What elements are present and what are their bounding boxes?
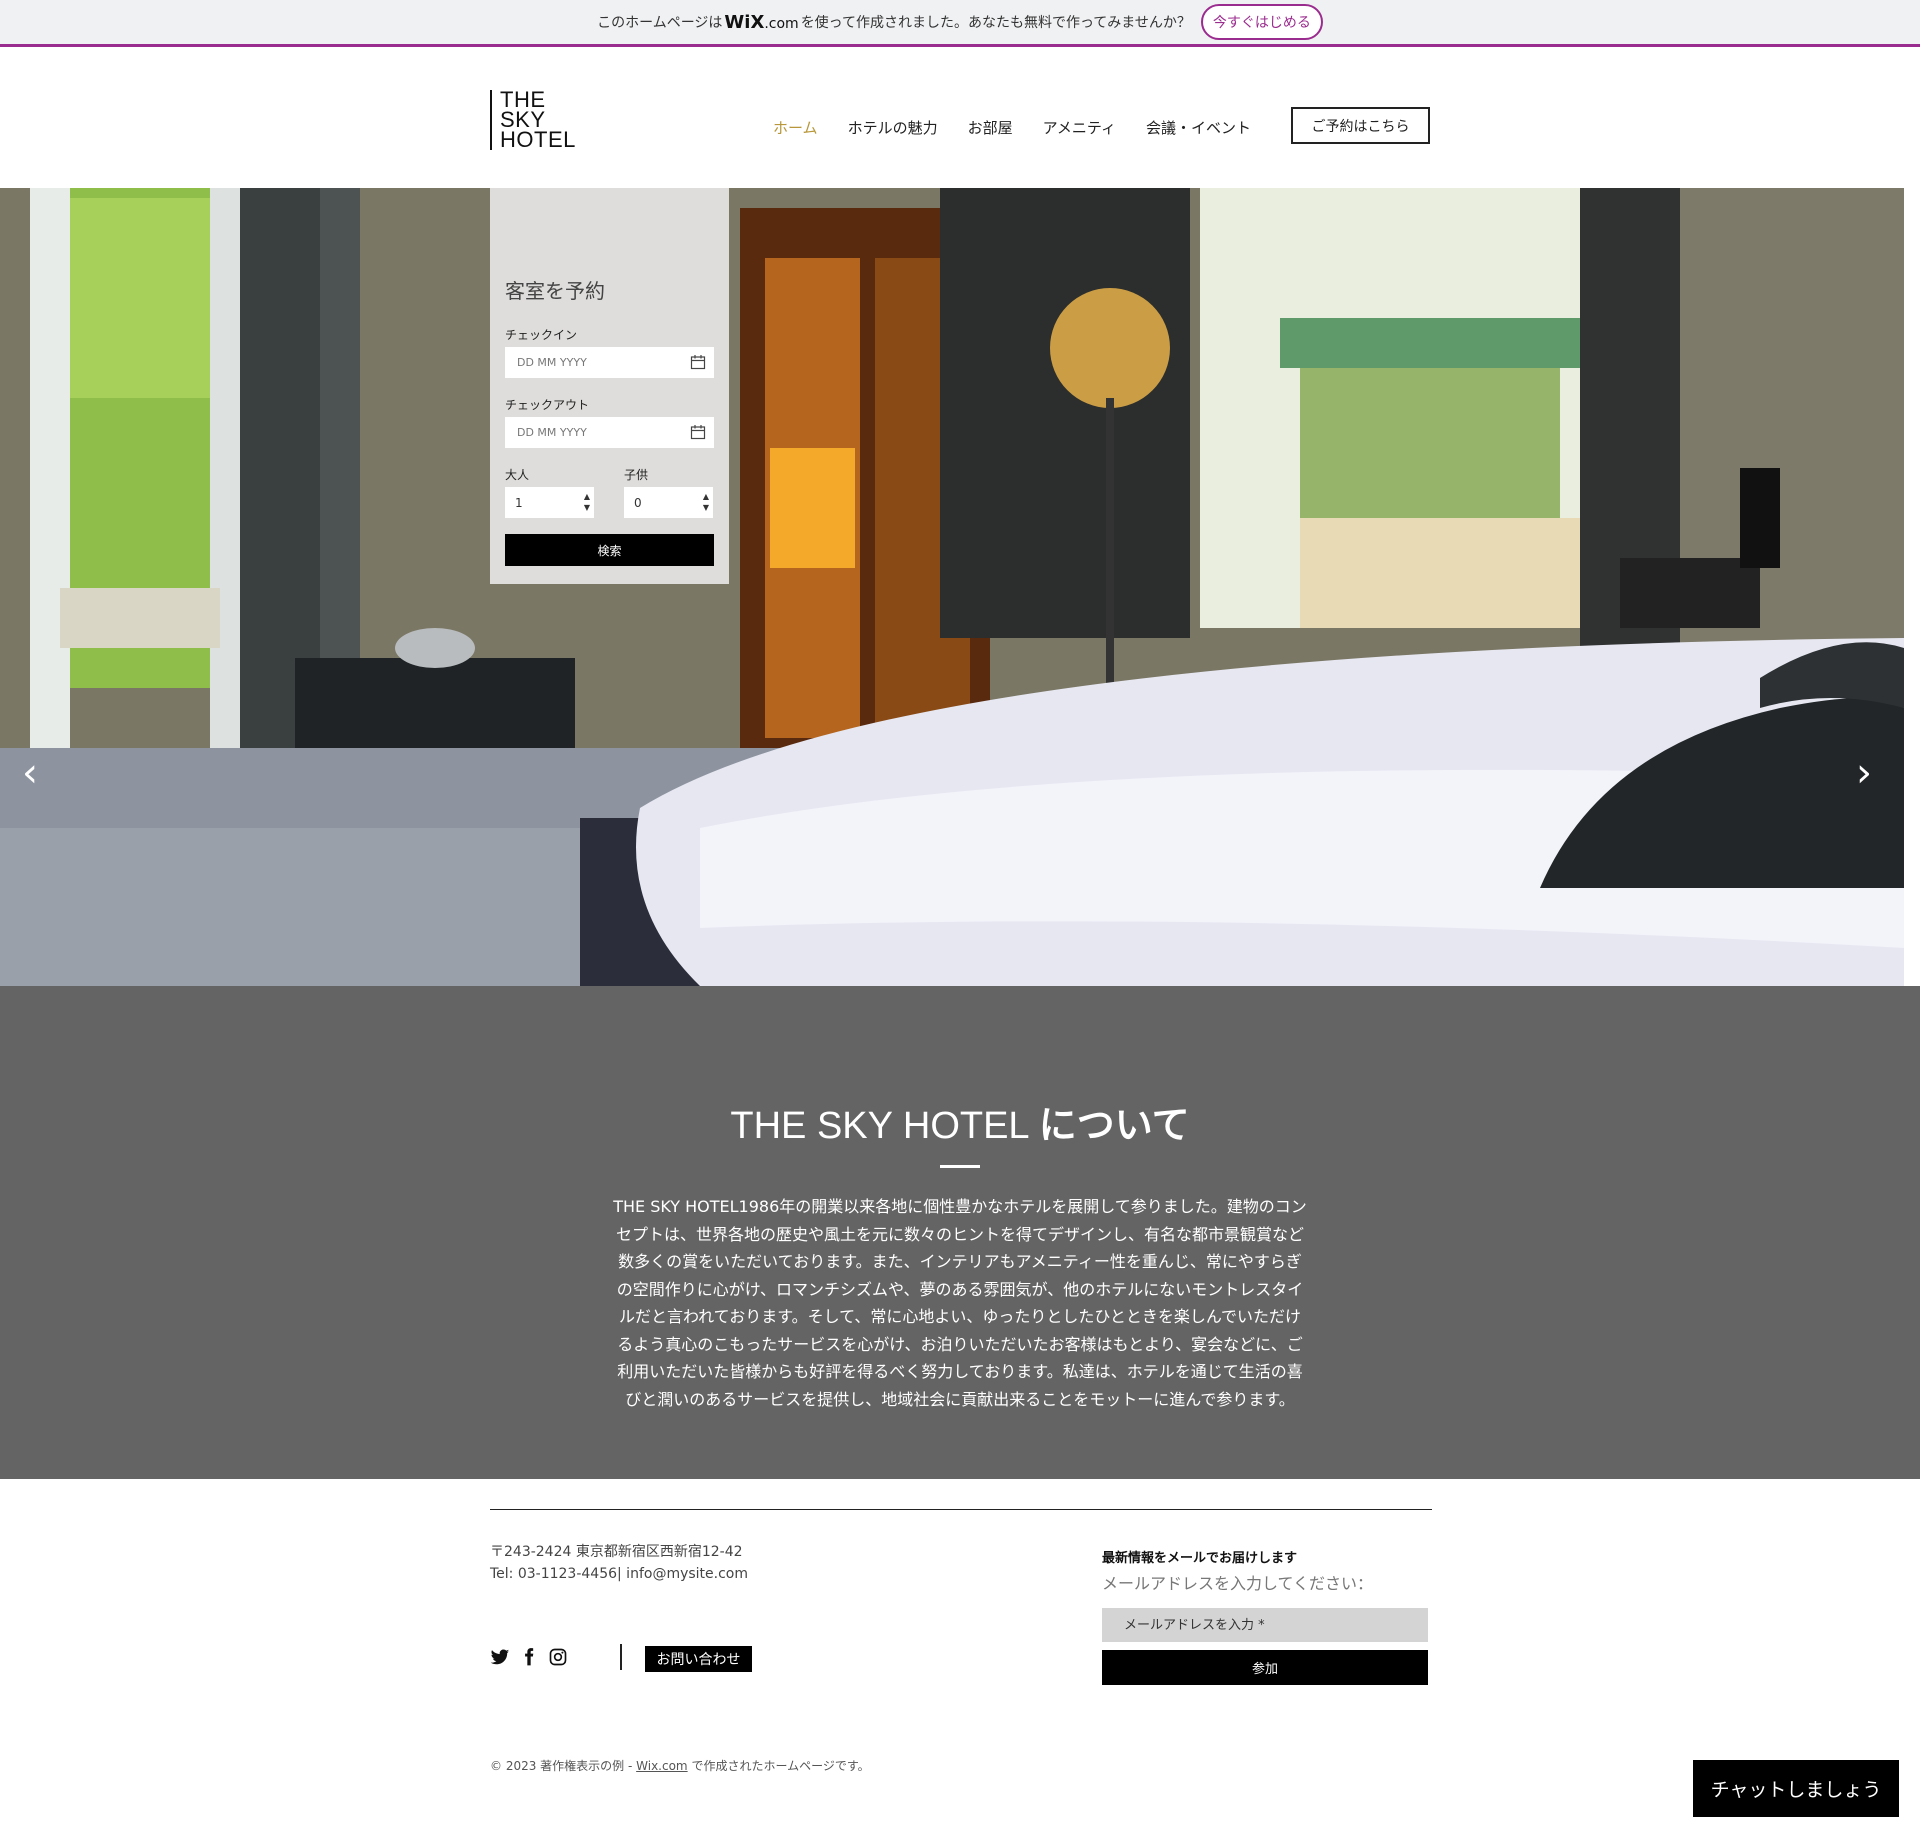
children-stepper[interactable]: 0 ▲ ▼ [624,487,713,518]
about-heading-jp: について [1038,1105,1190,1147]
nav-item-home[interactable]: ホーム [773,117,818,138]
nav-item-hotel-features[interactable]: ホテルの魅力 [848,117,938,138]
site-header: THE SKY HOTEL ホーム ホテルの魅力 お部屋 アメニティ 会議・イベ… [0,50,1920,188]
copyright-text: © 2023 著作権表示の例 - Wix.com で作成されたホームページです。 [490,1757,870,1774]
instagram-icon[interactable] [548,1647,568,1667]
checkout-placeholder: DD MM YYYY [517,426,587,439]
adults-stepper[interactable]: 1 ▲ ▼ [505,487,594,518]
next-slide-arrow[interactable]: › [1856,748,1880,798]
social-divider [620,1644,622,1670]
nav-item-rooms[interactable]: お部屋 [968,117,1013,138]
copyright-prefix: © 2023 著作権表示の例 - [490,1759,637,1773]
booking-widget: 客室を予約 チェックイン DD MM YYYY チェックアウト DD MM YY… [490,188,729,584]
booking-title: 客室を予約 [505,279,605,303]
checkout-label: チェックアウト [505,398,590,412]
about-section: THE SKY HOTEL について THE SKY HOTEL1986年の開業… [0,986,1920,1479]
twitter-icon[interactable] [490,1647,510,1667]
prev-slide-arrow[interactable]: ‹ [22,748,46,798]
checkin-date-field[interactable]: DD MM YYYY [505,347,714,378]
start-now-button[interactable]: 今すぐはじめる [1200,4,1323,40]
banner-text-after: を使って作成されました。あなたも無料で作ってみませんか？ [800,15,1191,31]
nav-item-amenities[interactable]: アメニティ [1043,117,1116,138]
footer-contact-line: Tel: 03-1123-4456| info@mysite.com [490,1566,749,1582]
calendar-icon[interactable] [690,354,706,370]
hero-slideshow: ‹ › [0,188,1904,986]
site-logo[interactable]: THE SKY HOTEL [490,89,576,152]
footer-divider [490,1509,1432,1510]
checkout-date-field[interactable]: DD MM YYYY [505,417,714,448]
wix-brand: WiX [724,11,765,33]
children-value: 0 [634,495,642,510]
site-footer: 〒243-2424 東京都新宿区西新宿12-42 Tel: 03-1123-44… [0,1479,1920,1838]
social-bar [490,1647,568,1667]
search-button[interactable]: 検索 [505,534,714,566]
about-heading: THE SKY HOTEL について [0,1094,1920,1149]
newsletter-title: 最新情報をメールでお届けします [1102,1551,1298,1566]
banner-text-before: このホームページは [597,15,723,31]
calendar-icon[interactable] [690,424,706,440]
stepper-arrows-icon[interactable]: ▲ ▼ [703,491,709,513]
copyright-suffix: で作成されたホームページです。 [687,1759,870,1773]
reserve-button[interactable]: ご予約はこちら [1291,107,1430,144]
stepper-arrows-icon[interactable]: ▲ ▼ [584,491,590,513]
main-nav: ホーム ホテルの魅力 お部屋 アメニティ 会議・イベント [773,117,1251,138]
about-heading-en: THE SKY HOTEL [730,1105,1029,1147]
wix-promo-banner: このホームページは WiX.com を使って作成されました。あなたも無料で作って… [0,0,1920,47]
logo-line-3: HOTEL [500,127,576,152]
heading-divider [940,1165,980,1168]
footer-address: 〒243-2424 東京都新宿区西新宿12-42 [490,1544,743,1560]
join-button[interactable]: 参加 [1102,1650,1428,1685]
checkin-label: チェックイン [505,328,578,342]
hero-image [0,188,1904,986]
nav-item-events[interactable]: 会議・イベント [1146,117,1251,138]
newsletter-subtitle: メールアドレスを入力してください： [1102,1574,1374,1593]
footer-address-block: 〒243-2424 東京都新宿区西新宿12-42 Tel: 03-1123-44… [490,1541,748,1585]
adults-label: 大人 [505,468,530,482]
children-label: 子供 [624,468,649,482]
about-body: THE SKY HOTEL1986年の開業以来各地に個性豊かなホテルを展開して参… [613,1197,1307,1409]
chat-button[interactable]: チャットしましょう [1693,1760,1899,1817]
adults-value: 1 [515,495,523,510]
wix-logo: WiX.com [724,12,798,33]
wix-brand-suffix: .com [764,15,799,32]
facebook-icon[interactable] [519,1647,539,1667]
wix-link[interactable]: Wix.com [636,1759,687,1773]
checkin-placeholder: DD MM YYYY [517,356,587,369]
contact-button[interactable]: お問い合わせ [645,1646,752,1672]
email-field[interactable] [1102,1608,1428,1642]
